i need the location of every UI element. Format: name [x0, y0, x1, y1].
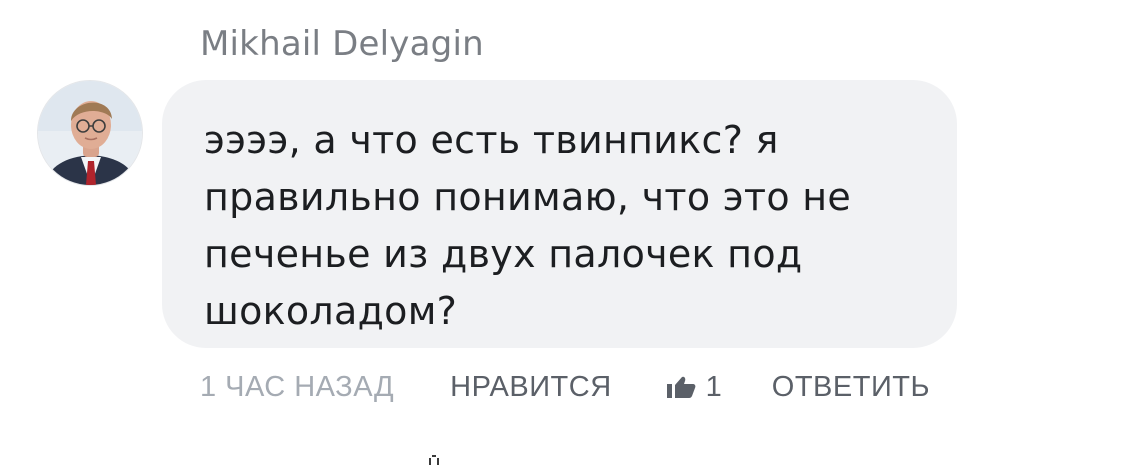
comment-bubble: ээээ, а что есть твинпикс? я правильно п… — [162, 80, 957, 348]
avatar-image — [38, 81, 142, 185]
comment-actions: 1 ЧАС НАЗАД НРАВИТСЯ 1 ОТВЕТИТЬ — [200, 365, 930, 409]
comment-author-name[interactable]: Mikhail Delyagin — [200, 24, 484, 64]
text-fragment-icon — [429, 455, 439, 465]
comment-text: ээээ, а что есть твинпикс? я правильно п… — [204, 118, 852, 333]
like-count-value: 1 — [705, 370, 722, 403]
reply-button[interactable]: ОТВЕТИТЬ — [772, 371, 930, 404]
like-count[interactable]: 1 — [666, 371, 722, 404]
avatar[interactable] — [37, 80, 143, 186]
comment-timestamp[interactable]: 1 ЧАС НАЗАД — [200, 371, 394, 404]
like-button[interactable]: НРАВИТСЯ — [450, 371, 611, 404]
cropped-content-fragment — [427, 452, 441, 465]
thumbs-up-icon — [666, 376, 696, 398]
